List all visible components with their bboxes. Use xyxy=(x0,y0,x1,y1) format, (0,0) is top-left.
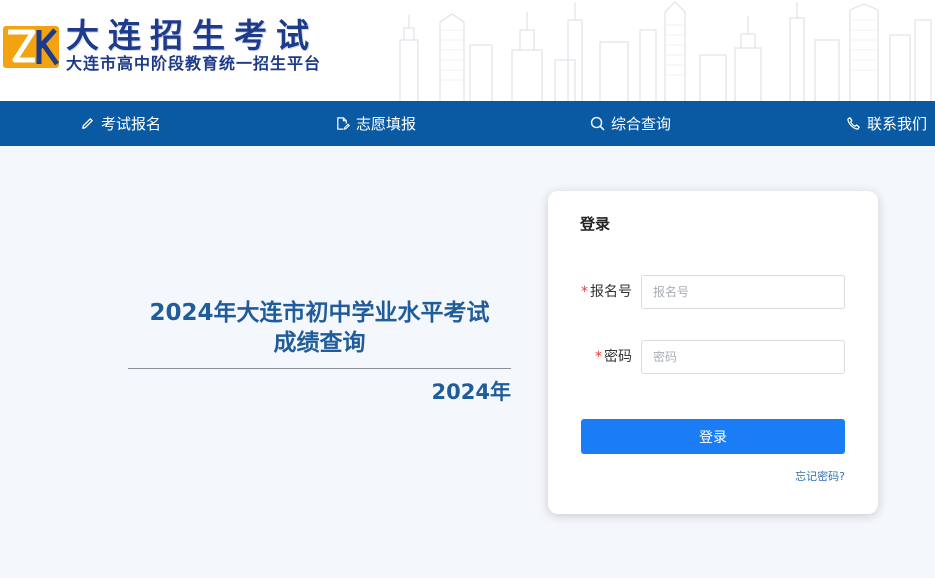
site-subtitle: 大连市高中阶段教育统一招生平台 xyxy=(66,54,322,73)
password-label: * 密码 xyxy=(595,349,632,365)
nav-item-registration[interactable]: 考试报名 xyxy=(80,101,161,146)
nav-item-contact[interactable]: 联系我们 xyxy=(846,101,927,146)
nav-label: 综合查询 xyxy=(611,115,672,133)
page-headline: 2024年大连市初中学业水平考试 成绩查询 xyxy=(128,298,511,358)
registration-number-input[interactable] xyxy=(641,275,845,309)
nav-item-query[interactable]: 综合查询 xyxy=(590,101,671,146)
headline-divider xyxy=(128,368,511,369)
phone-icon xyxy=(847,117,860,130)
required-mark: * xyxy=(581,284,588,300)
headline-line1: 2024年大连市初中学业水平考试 xyxy=(149,300,490,326)
required-mark: * xyxy=(595,349,602,365)
site-title: 大连招生考试 xyxy=(66,16,318,55)
year-label: 2024年 xyxy=(431,380,511,404)
login-title: 登录 xyxy=(580,215,611,233)
form-row-password: * 密码 xyxy=(548,340,878,374)
file-edit-icon xyxy=(337,117,350,130)
forgot-password-link[interactable]: 忘记密码? xyxy=(795,468,845,484)
password-input[interactable] xyxy=(641,340,845,374)
form-row-registration-number: * 报名号 xyxy=(548,275,878,309)
registration-number-label: * 报名号 xyxy=(581,284,632,300)
nav-label: 志愿填报 xyxy=(356,115,417,133)
login-button[interactable]: 登录 xyxy=(581,419,845,454)
main-nav: 考试报名 志愿填报 综合查询 联系我们 xyxy=(0,101,935,146)
pencil-icon xyxy=(82,118,93,129)
headline-line2: 成绩查询 xyxy=(273,330,366,356)
search-icon xyxy=(590,116,605,131)
nav-label: 考试报名 xyxy=(101,115,162,133)
nav-label: 联系我们 xyxy=(867,115,928,133)
nav-item-application[interactable]: 志愿填报 xyxy=(335,101,416,146)
site-header: 大连招生考试 大连市高中阶段教育统一招生平台 xyxy=(0,0,935,101)
logo-icon xyxy=(3,26,59,68)
login-card: 登录 *报名号 *密码 登录 忘记密码? xyxy=(548,191,878,514)
